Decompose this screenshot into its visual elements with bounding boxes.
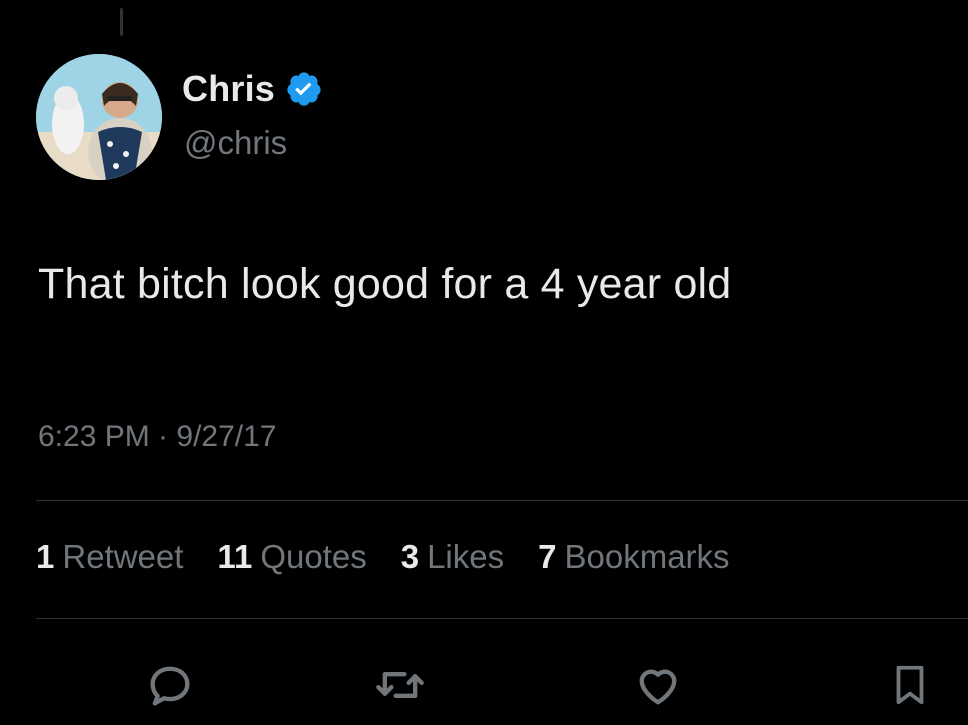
divider <box>36 500 968 501</box>
author-display-name[interactable]: Chris <box>182 68 275 110</box>
divider <box>36 618 968 619</box>
stat-bookmarks[interactable]: 7 Bookmarks <box>538 538 729 576</box>
tweet-text: That bitch look good for a 4 year old <box>38 260 732 308</box>
tweet-detail: Chris @chris That bitch look good for a … <box>0 0 968 722</box>
engagement-stats: 1 Retweet 11 Quotes 3 Likes 7 Bookmarks <box>36 538 730 576</box>
reply-icon <box>144 659 196 711</box>
stat-label: Likes <box>427 538 505 575</box>
thread-connector-line <box>120 8 123 36</box>
stat-label: Retweet <box>62 538 184 575</box>
avatar[interactable] <box>36 54 162 180</box>
stat-likes[interactable]: 3 Likes <box>401 538 504 576</box>
retweet-icon <box>372 659 428 711</box>
like-button[interactable] <box>628 655 688 715</box>
bookmark-button[interactable] <box>880 655 940 715</box>
avatar-photo <box>36 54 162 180</box>
stat-label: Bookmarks <box>564 538 730 575</box>
stat-count: 3 <box>400 538 420 575</box>
author-handle[interactable]: @chris <box>184 124 287 162</box>
tweet-timestamp[interactable]: 6:23 PM · 9/27/17 <box>38 420 276 454</box>
stat-count: 11 <box>217 538 253 575</box>
stat-retweets[interactable]: 1 Retweet <box>36 538 183 576</box>
bookmark-icon <box>887 657 933 713</box>
verified-badge-icon <box>285 70 323 108</box>
like-icon <box>631 659 685 711</box>
stat-count: 7 <box>538 538 557 575</box>
reply-button[interactable] <box>140 655 200 715</box>
action-bar <box>0 655 968 725</box>
stat-label: Quotes <box>260 538 367 575</box>
stat-quotes[interactable]: 11 Quotes <box>217 538 366 576</box>
stat-count: 1 <box>36 538 55 575</box>
author-name-row[interactable]: Chris <box>182 68 323 110</box>
retweet-button[interactable] <box>370 655 430 715</box>
